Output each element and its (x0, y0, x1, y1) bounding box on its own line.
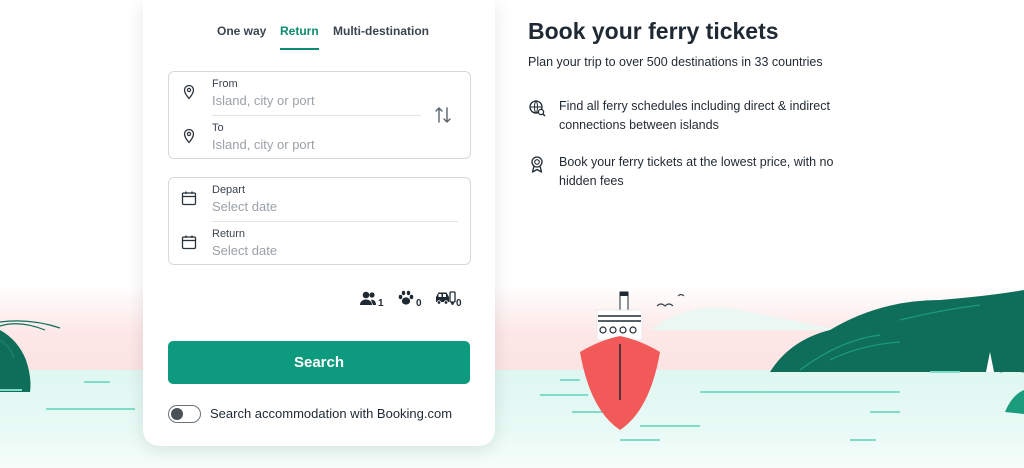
accommodation-toggle[interactable] (168, 405, 201, 423)
return-date-field[interactable]: Return Select date (169, 222, 429, 265)
passengers-number: 1 (378, 298, 384, 309)
return-date-input[interactable]: Select date (212, 243, 277, 258)
tab-one-way[interactable]: One way (217, 24, 266, 48)
calendar-icon (181, 235, 197, 250)
paw-icon (398, 290, 414, 305)
feature-schedules-text: Find all ferry schedules including direc… (559, 99, 830, 132)
tab-return[interactable]: Return (280, 24, 319, 50)
feature-lowest-price: Book your ferry tickets at the lowest pr… (528, 153, 868, 193)
feature-schedules: Find all ferry schedules including direc… (528, 97, 868, 137)
booking-card: One way Return Multi-destination From Is… (143, 0, 495, 446)
hero-title: Book your ferry tickets (528, 18, 779, 44)
ferry-illustration (580, 291, 660, 430)
pets-count[interactable]: 0 (397, 288, 423, 310)
search-button[interactable]: Search (168, 341, 470, 384)
date-fields: Depart Select date Return Select date (168, 177, 471, 265)
toggle-knob (171, 408, 183, 420)
award-ribbon-icon (531, 156, 543, 173)
vehicles-count[interactable]: 0 (435, 288, 465, 310)
passengers-icon (360, 291, 376, 305)
depart-date-field[interactable]: Depart Select date (169, 178, 429, 221)
swap-route-icon[interactable] (434, 105, 452, 125)
calendar-icon (181, 191, 197, 206)
route-fields: From Island, city or port To Island, cit… (168, 71, 471, 159)
tab-multi-destination[interactable]: Multi-destination (333, 24, 429, 48)
right-island-illustration (650, 290, 1024, 414)
accommodation-toggle-row: Search accommodation with Booking.com (168, 405, 468, 425)
to-field[interactable]: To Island, city or port (169, 116, 429, 159)
vehicle-icon (436, 291, 456, 305)
globe-search-icon (529, 100, 546, 117)
accommodation-toggle-label: Search accommodation with Booking.com (210, 406, 453, 421)
vehicles-number: 0 (456, 298, 462, 309)
return-label: Return (212, 228, 246, 240)
passengers-count[interactable]: 1 (359, 288, 385, 310)
birds-illustration (656, 293, 685, 307)
trip-type-tabs: One way Return Multi-destination (143, 24, 495, 52)
pets-number: 0 (416, 298, 422, 309)
from-field[interactable]: From Island, city or port (169, 72, 429, 115)
depart-date-input[interactable]: Select date (212, 199, 277, 214)
feature-lowest-price-text: Book your ferry tickets at the lowest pr… (559, 155, 834, 188)
left-island-illustration (0, 320, 61, 392)
travellers-selector[interactable]: 1 0 0 (359, 288, 469, 310)
location-pin-icon (183, 128, 195, 144)
depart-label: Depart (212, 184, 246, 196)
from-input[interactable]: Island, city or port (212, 93, 315, 108)
from-label: From (212, 78, 238, 90)
location-pin-icon (183, 84, 195, 100)
to-label: To (212, 122, 224, 134)
hero-subtitle: Plan your trip to over 500 destinations … (528, 55, 823, 69)
to-input[interactable]: Island, city or port (212, 137, 315, 152)
